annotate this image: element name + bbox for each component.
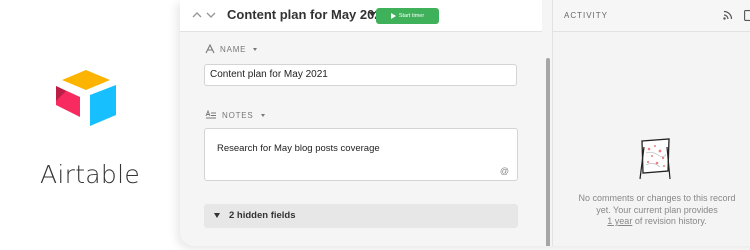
notes-text: Research for May blog posts coverage <box>217 143 380 154</box>
start-timer-label: Start timer <box>398 13 425 19</box>
caret-down-icon <box>260 113 265 117</box>
record-header: Content plan for May 2021 Start timer <box>180 0 542 32</box>
start-timer-button[interactable]: Start timer <box>376 8 439 24</box>
notes-field-label[interactable]: NOTES <box>205 110 265 120</box>
empty-activity-message: No comments or changes to this record ye… <box>553 193 750 228</box>
scrollbar[interactable] <box>544 0 552 246</box>
record-title: Content plan for May 2021 <box>227 7 389 22</box>
chevron-up-icon[interactable] <box>191 9 203 21</box>
chevron-down-icon[interactable] <box>205 9 217 21</box>
caret-down-icon <box>253 47 258 51</box>
empty-line-3-suffix: of revision history. <box>632 216 707 226</box>
hidden-fields-toggle[interactable]: 2 hidden fields <box>204 204 518 228</box>
name-field[interactable]: Content plan for May 2021 <box>204 64 517 86</box>
activity-title: ACTIVITY <box>564 11 609 20</box>
record-window: Content plan for May 2021 Start timer NA… <box>180 0 750 246</box>
text-field-icon <box>205 44 215 54</box>
scroll-thumb[interactable] <box>546 58 550 246</box>
notes-label-text: NOTES <box>222 110 254 120</box>
empty-history-illustration <box>639 138 671 180</box>
activity-panel: ACTIVITY No comments or changes to this … <box>552 0 750 246</box>
empty-line-3: 1 year of revision history. <box>553 216 750 228</box>
name-field-label[interactable]: NAME <box>205 44 258 54</box>
caret-down-icon <box>214 213 220 218</box>
long-text-icon <box>205 110 216 119</box>
airtable-logo <box>56 70 116 126</box>
rss-icon[interactable] <box>723 10 733 20</box>
record-fields: NAME Content plan for May 2021 NOTES Res… <box>180 32 544 246</box>
caret-down-icon[interactable] <box>369 12 376 18</box>
hidden-fields-label: 2 hidden fields <box>229 210 296 221</box>
notes-field[interactable]: Research for May blog posts coverage @ <box>204 128 518 181</box>
empty-line-2: yet. Your current plan provides <box>596 204 718 215</box>
collapse-panel-icon[interactable] <box>744 10 750 21</box>
activity-header: ACTIVITY <box>553 0 750 32</box>
revision-history-link[interactable]: 1 year <box>607 216 632 226</box>
brand-area: Airtable <box>0 0 180 250</box>
brand-name: Airtable <box>39 160 141 189</box>
mention-icon[interactable]: @ <box>500 166 509 176</box>
name-label-text: NAME <box>220 44 247 54</box>
empty-line-1: No comments or changes to this record <box>578 193 736 203</box>
play-icon <box>390 13 396 19</box>
